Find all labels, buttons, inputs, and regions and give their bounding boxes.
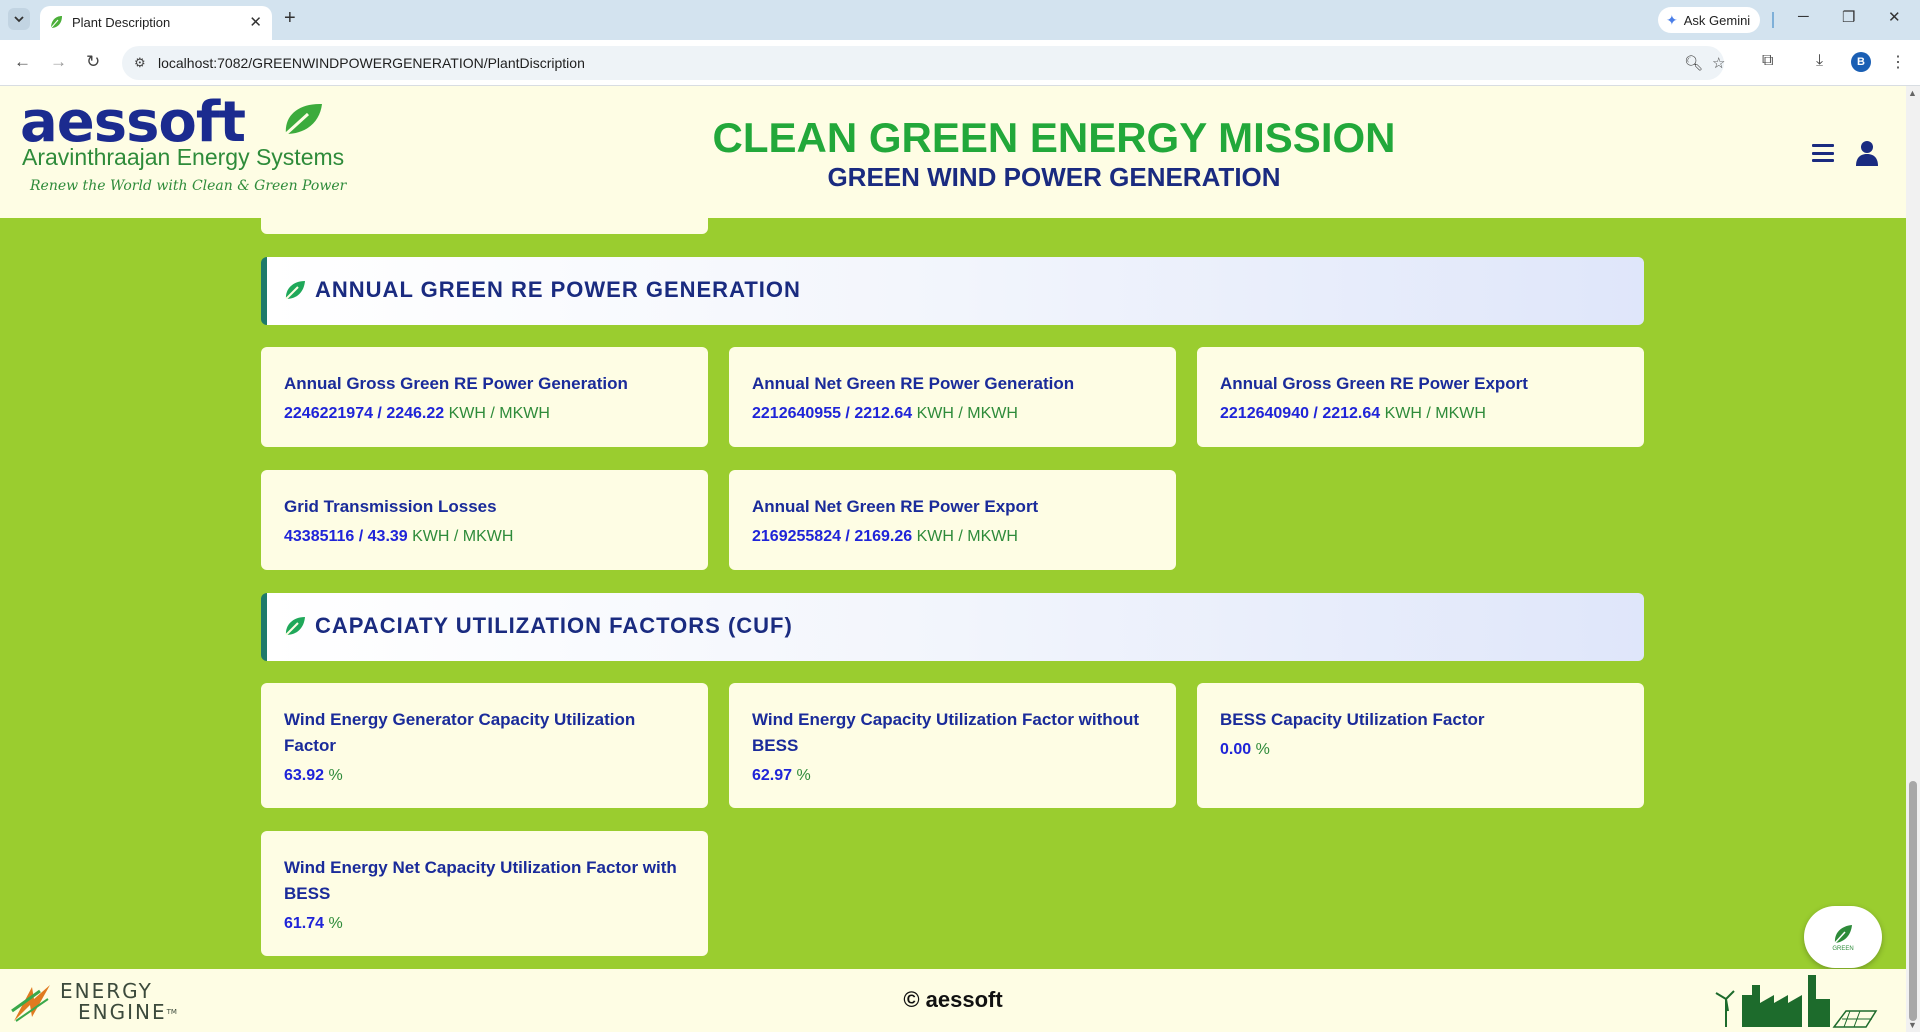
site-footer: ENERGY ENGINETM © aessoft: [0, 969, 1906, 1032]
page-viewport: ANNUAL GREEN RE POWER GENERATION Annual …: [0, 86, 1906, 1032]
card-value: 0.00 %: [1220, 741, 1270, 759]
back-arrow-icon[interactable]: ←: [14, 52, 31, 72]
mission-title: CLEAN GREEN ENERGY MISSION: [712, 114, 1396, 161]
minimize-icon[interactable]: ─: [1798, 8, 1809, 25]
bookmark-star-icon[interactable]: ☆: [1712, 54, 1725, 72]
browser-menu-icon[interactable]: ⋮: [1890, 52, 1906, 72]
value-unit: KWH / MKWH: [407, 528, 514, 545]
value-unit: KWH / MKWH: [444, 405, 550, 422]
value-number: 2212640940 / 2212.64: [1220, 405, 1381, 422]
card-wind-cuf-without-bess: Wind Energy Capacity Utilization Factor …: [729, 683, 1176, 808]
mission-subtitle: GREEN WIND POWER GENERATION: [827, 162, 1281, 192]
reload-icon[interactable]: ↻: [86, 52, 100, 72]
restore-icon[interactable]: ❐: [1842, 8, 1855, 26]
logo-subtitle: Aravinthraajan Energy Systems: [22, 144, 345, 170]
value-number: 0.00: [1220, 741, 1252, 758]
value-unit: KWH / MKWH: [1380, 405, 1486, 422]
card-title: Wind Energy Net Capacity Utilization Fac…: [284, 858, 677, 903]
zoom-icon[interactable]: 🔍︎: [1684, 54, 1703, 72]
card-annual-gross-generation: Annual Gross Green RE Power Generation 2…: [261, 347, 708, 447]
value-number: 2246221974 / 2246.22: [284, 405, 445, 422]
hamburger-menu-icon[interactable]: [1812, 144, 1834, 162]
scroll-up-arrow-icon[interactable]: ▲: [1908, 88, 1917, 98]
leaf-favicon-icon: [50, 16, 62, 29]
value-number: 61.74: [284, 915, 325, 932]
value-number: 2169255824 / 2169.26: [752, 528, 913, 545]
green-chat-fab[interactable]: GREEN: [1804, 906, 1882, 968]
card-title: BESS Capacity Utilization Factor: [1220, 710, 1485, 729]
leaf-icon: [284, 103, 322, 136]
card-annual-gross-export: Annual Gross Green RE Power Export 22126…: [1197, 347, 1644, 447]
card-annual-net-export: Annual Net Green RE Power Export 2169255…: [729, 470, 1176, 570]
section-title: CAPACIATY UTILIZATION FACTORS (CUF): [315, 613, 793, 638]
leaf-icon: [285, 617, 305, 636]
logo-tagline: Renew the World with Clean & Green Power: [30, 178, 347, 194]
section-header-annual-generation: ANNUAL GREEN RE POWER GENERATION: [261, 257, 1644, 325]
extensions-icon[interactable]: ⧉: [1762, 52, 1773, 70]
section-title: ANNUAL GREEN RE POWER GENERATION: [315, 277, 801, 302]
value-unit: %: [324, 915, 343, 932]
previous-card-edge: [261, 218, 708, 234]
card-title: Annual Net Green RE Power Export: [752, 497, 1039, 516]
site-info-icon[interactable]: ⚙: [134, 55, 146, 71]
card-value: 43385116 / 43.39 KWH / MKWH: [284, 528, 513, 546]
section-header-cuf: CAPACIATY UTILIZATION FACTORS (CUF): [261, 593, 1644, 661]
card-wind-net-cuf-with-bess: Wind Energy Net Capacity Utilization Fac…: [261, 831, 708, 956]
fab-label: GREEN: [1832, 945, 1854, 952]
card-value: 2246221974 / 2246.22 KWH / MKWH: [284, 405, 550, 423]
url-text[interactable]: localhost:7082/GREENWINDPOWERGENERATION/…: [158, 55, 585, 71]
value-number: 63.92: [284, 767, 325, 784]
tab-search-button[interactable]: [8, 8, 30, 30]
card-title: Annual Net Green RE Power Generation: [752, 374, 1075, 393]
card-value: 2169255824 / 2169.26 KWH / MKWH: [752, 528, 1018, 546]
value-number: 62.97: [752, 767, 793, 784]
active-tab[interactable]: Plant Description ✕: [40, 6, 272, 40]
card-title: Annual Gross Green RE Power Generation: [284, 374, 628, 393]
scrollbar-thumb[interactable]: [1909, 781, 1917, 1021]
card-wind-generator-cuf: Wind Energy Generator Capacity Utilizati…: [261, 683, 708, 808]
value-unit: KWH / MKWH: [912, 528, 1018, 545]
browser-tab-bar: Plant Description ✕ + ✦ Ask Gemini ─ ❐ ✕: [0, 0, 1920, 40]
card-value: 2212640955 / 2212.64 KWH / MKWH: [752, 405, 1018, 423]
value-number: 2212640955 / 2212.64: [752, 405, 913, 422]
card-title: Wind Energy Generator Capacity Utilizati…: [284, 710, 636, 755]
gemini-sparkle-icon: ✦: [1666, 11, 1678, 28]
new-tab-button[interactable]: +: [284, 8, 296, 28]
leaf-icon: [1834, 924, 1852, 944]
ask-gemini-label: Ask Gemini: [1683, 12, 1751, 28]
card-title: Annual Gross Green RE Power Export: [1220, 374, 1528, 393]
card-value: 61.74 %: [284, 915, 343, 933]
scroll-down-arrow-icon[interactable]: ▼: [1908, 1020, 1917, 1030]
card-grid-transmission-losses: Grid Transmission Losses 43385116 / 43.3…: [261, 470, 708, 570]
leaf-icon: [285, 281, 305, 300]
card-value: 63.92 %: [284, 767, 343, 785]
value-unit: %: [324, 767, 343, 784]
value-number: 43385116 / 43.39: [284, 528, 408, 545]
tab-title: Plant Description: [72, 15, 171, 30]
card-title: Grid Transmission Losses: [284, 497, 497, 516]
card-value: 62.97 %: [752, 767, 811, 785]
copyright-text: © aessoft: [903, 987, 1003, 1012]
value-unit: %: [792, 767, 811, 784]
factory-windmill-icon: [1715, 975, 1878, 1028]
forward-arrow-icon[interactable]: →: [50, 52, 67, 72]
card-title: Wind Energy Capacity Utilization Factor …: [752, 710, 1140, 755]
card-value: 2212640940 / 2212.64 KWH / MKWH: [1220, 405, 1486, 423]
tab-close-icon[interactable]: ✕: [249, 13, 262, 31]
site-header: aessoft Aravinthraajan Energy Systems Re…: [0, 86, 1906, 218]
chevron-down-icon: [14, 15, 24, 22]
value-unit: %: [1251, 741, 1270, 758]
value-unit: KWH / MKWH: [912, 405, 1018, 422]
user-icon[interactable]: [1854, 140, 1880, 166]
close-window-icon[interactable]: ✕: [1888, 8, 1901, 26]
card-bess-cuf: BESS Capacity Utilization Factor 0.00 %: [1197, 683, 1644, 808]
address-bar[interactable]: ⚙ localhost:7082/GREENWINDPOWERGENERATIO…: [122, 46, 1725, 80]
profile-avatar[interactable]: B: [1851, 52, 1871, 72]
ask-gemini-button[interactable]: ✦ Ask Gemini: [1658, 7, 1761, 33]
browser-toolbar: ← → ↻ ⚙ localhost:7082/GREENWINDPOWERGEN…: [0, 40, 1920, 86]
page-scrollbar[interactable]: ▲ ▼: [1906, 86, 1920, 1032]
download-icon[interactable]: ⤓: [1816, 52, 1823, 70]
toolbar-divider: [1772, 12, 1774, 28]
card-annual-net-generation: Annual Net Green RE Power Generation 221…: [729, 347, 1176, 447]
